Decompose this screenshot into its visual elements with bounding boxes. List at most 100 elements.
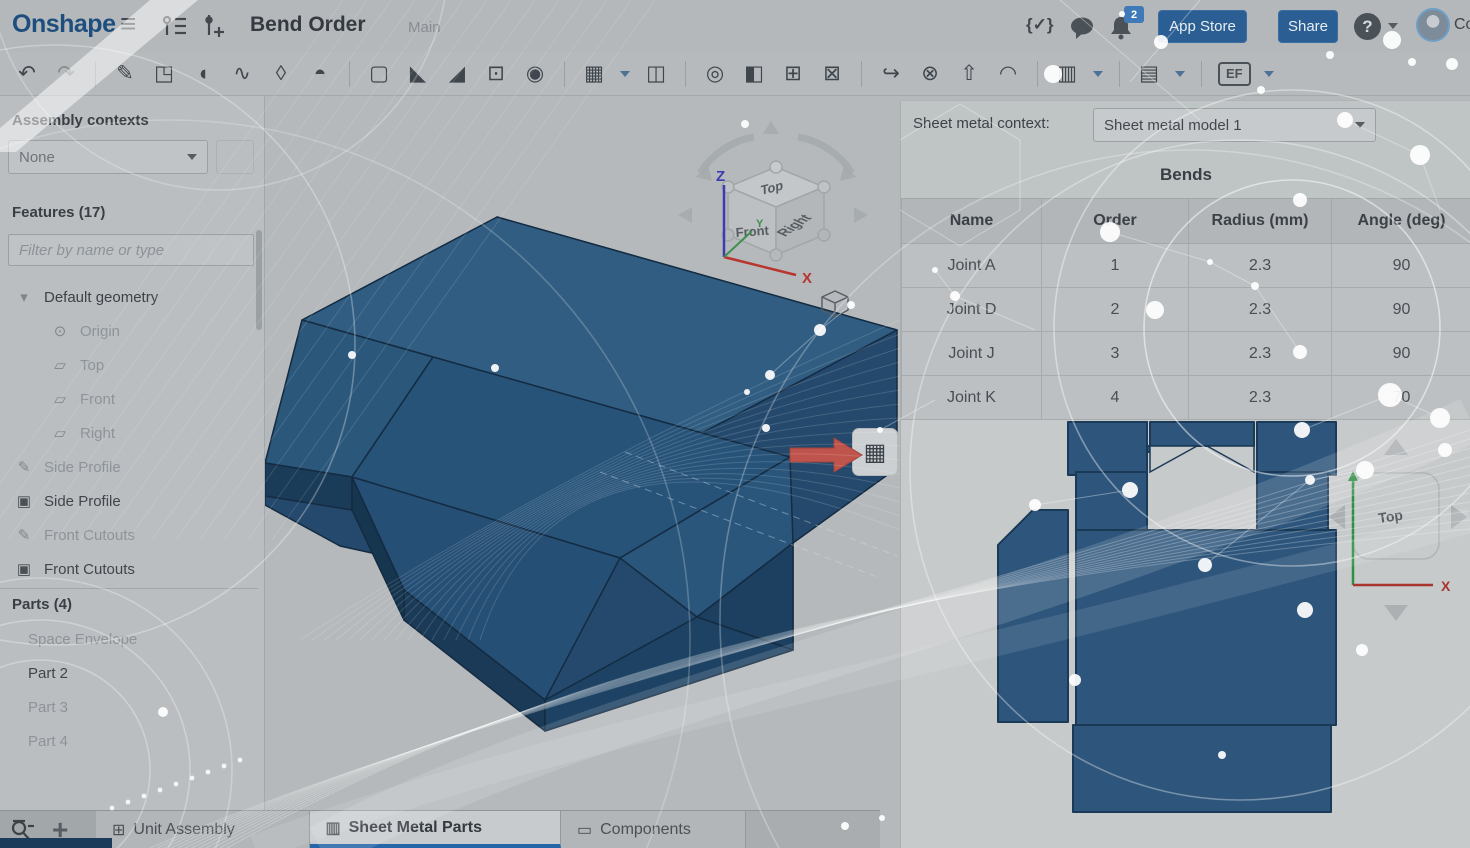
feature-tree-item[interactable]: ▣Front Cutouts	[0, 552, 258, 586]
isometric-view-icon[interactable]	[818, 288, 852, 320]
toolbar-separator	[685, 61, 686, 87]
sheet-metal-fold-icon[interactable]: ◠	[995, 61, 1021, 87]
bends-table-cell: Joint D	[902, 288, 1042, 332]
sheet-metal-context-value: Sheet metal model 1	[1104, 117, 1242, 134]
toolbar-separator	[1119, 61, 1120, 87]
notification-badge: 2	[1124, 6, 1144, 23]
bends-table-row[interactable]: Joint K42.370	[902, 376, 1470, 420]
bends-table-cell: 90	[1332, 332, 1470, 376]
user-avatar[interactable]	[1416, 8, 1450, 42]
assembly-contexts-heading: Assembly contexts	[12, 112, 149, 129]
bends-table-cell: 2.3	[1189, 244, 1332, 288]
onshape-logo[interactable]: Onshape	[12, 10, 115, 39]
bends-table-cell: 90	[1332, 244, 1470, 288]
toolbar-separator	[1037, 61, 1038, 87]
tab-components[interactable]: ▭Components	[561, 811, 746, 848]
part-name: Space Envelope	[28, 631, 137, 648]
delete-face-icon[interactable]: ⊗	[917, 61, 943, 87]
bends-table-row[interactable]: Joint A12.390	[902, 244, 1470, 288]
transform-icon[interactable]: ⊞	[780, 61, 806, 87]
feature-tree-item[interactable]: ▣Side Profile	[0, 484, 258, 518]
redo-icon[interactable]: ↷	[53, 61, 79, 87]
sheet-metal-model-icon[interactable]: ▤	[1136, 61, 1162, 87]
dropdown-caret-icon[interactable]	[1264, 71, 1274, 77]
boolean-icon[interactable]: ◎	[702, 61, 728, 87]
assembly-context-extra-button[interactable]	[216, 140, 254, 174]
bends-table-row[interactable]: Joint J32.390	[902, 332, 1470, 376]
feature-tree-item[interactable]: ⊙Origin	[0, 314, 258, 348]
user-label: Co	[1454, 16, 1470, 34]
insert-new-icon[interactable]	[202, 12, 226, 40]
bends-column-header: Order	[1042, 199, 1189, 244]
dropdown-caret-icon[interactable]	[620, 71, 630, 77]
toolbar-separator	[95, 61, 96, 87]
modify-fillet-icon[interactable]: ↪	[878, 61, 904, 87]
assembly-context-caret-icon	[187, 154, 197, 160]
delete-part-icon[interactable]: ⊠	[819, 61, 845, 87]
draft-icon[interactable]: ◢	[444, 61, 470, 87]
parts-list-item[interactable]: Part 3	[0, 690, 258, 724]
bends-table-title: Bends	[901, 165, 1470, 185]
versions-icon[interactable]	[162, 14, 188, 38]
fillet-icon[interactable]: ▢	[366, 61, 392, 87]
extrude-icon[interactable]: ◳	[151, 61, 177, 87]
help-icon[interactable]: ?	[1354, 13, 1381, 40]
bends-table-row[interactable]: Joint D22.390	[902, 288, 1470, 332]
share-button[interactable]: Share	[1278, 10, 1338, 43]
view-cube[interactable]: Top Front Right Z X Y	[672, 115, 872, 300]
feature-tree-item[interactable]: ▱Right	[0, 416, 258, 450]
sheet-metal-context-dropdown[interactable]: Sheet metal model 1	[1093, 108, 1376, 142]
featurescript-icon[interactable]: EF	[1218, 62, 1251, 86]
part-studio-icon: ▥	[326, 818, 341, 838]
sketch-icon[interactable]: ✎	[112, 61, 138, 87]
tab-unit-assembly[interactable]: ⊞ Unit Assembly	[96, 811, 310, 848]
bends-column-header: Angle (deg)	[1332, 199, 1470, 244]
rotate-right-arrow	[854, 207, 868, 223]
shell-icon[interactable]: ⊡	[483, 61, 509, 87]
feature-tree-item[interactable]: ✎Side Profile	[0, 450, 258, 484]
flat-view-cube[interactable]: Top X	[1321, 425, 1470, 635]
sweep-icon[interactable]: ∿	[229, 61, 255, 87]
main-menu-icon[interactable]: ≡	[120, 8, 136, 40]
versions-history-icon[interactable]: {✓}	[1026, 15, 1053, 35]
feature-filter-input[interactable]	[8, 234, 254, 266]
chamfer-icon[interactable]: ◣	[405, 61, 431, 87]
divider	[0, 588, 258, 589]
linear-pattern-icon[interactable]: ▦	[581, 61, 607, 87]
thicken-icon[interactable]: ◓	[307, 61, 333, 87]
feature-tree: ▾Default geometry⊙Origin▱Top▱Front▱Right…	[0, 280, 258, 586]
bends-table-cell: 1	[1042, 244, 1189, 288]
dropdown-caret-icon[interactable]	[1093, 71, 1103, 77]
workspace-label[interactable]: Main	[408, 19, 441, 36]
flat-pattern-icon[interactable]: ▥	[1054, 61, 1080, 87]
parts-list-item[interactable]: Part 4	[0, 724, 258, 758]
revolve-icon[interactable]: ◖	[190, 61, 216, 87]
feature-tree-item[interactable]: ✎Front Cutouts	[0, 518, 258, 552]
app-store-button[interactable]: App Store	[1158, 10, 1247, 43]
bends-table-cell: 2	[1042, 288, 1189, 332]
tab-sheet-metal-parts[interactable]: ▥Sheet Metal Parts	[310, 811, 562, 848]
features-scrollbar[interactable]	[256, 230, 262, 330]
help-menu-caret-icon[interactable]	[1388, 23, 1398, 29]
assembly-context-dropdown[interactable]: None	[8, 140, 208, 174]
assembly-icon: ⊞	[112, 820, 125, 840]
comments-icon[interactable]	[1068, 15, 1096, 41]
parts-list-item[interactable]: Space Envelope	[0, 622, 258, 656]
document-title[interactable]: Bend Order	[250, 13, 366, 37]
tab-label: Unit Assembly	[133, 821, 234, 839]
feature-tree-item[interactable]: ▱Front	[0, 382, 258, 416]
move-face-icon[interactable]: ⇧	[956, 61, 982, 87]
undo-icon[interactable]: ↶	[14, 61, 40, 87]
parts-list-item[interactable]: Part 2	[0, 656, 258, 690]
feature-tree-item[interactable]: ▾Default geometry	[0, 280, 258, 314]
mirror-icon[interactable]: ◫	[643, 61, 669, 87]
split-icon[interactable]: ◧	[741, 61, 767, 87]
dropdown-caret-icon[interactable]	[1175, 71, 1185, 77]
feature-tree-item[interactable]: ▱Top	[0, 348, 258, 382]
feature-tree-item-label: Front Cutouts	[44, 561, 135, 578]
hole-icon[interactable]: ◉	[522, 61, 548, 87]
flat-pattern-viewport[interactable]: Top X	[900, 418, 1470, 848]
loft-icon[interactable]: ◊	[268, 61, 294, 87]
part-name: Part 2	[28, 665, 68, 682]
bends-panel: Sheet metal context: Sheet metal model 1…	[900, 100, 1470, 418]
